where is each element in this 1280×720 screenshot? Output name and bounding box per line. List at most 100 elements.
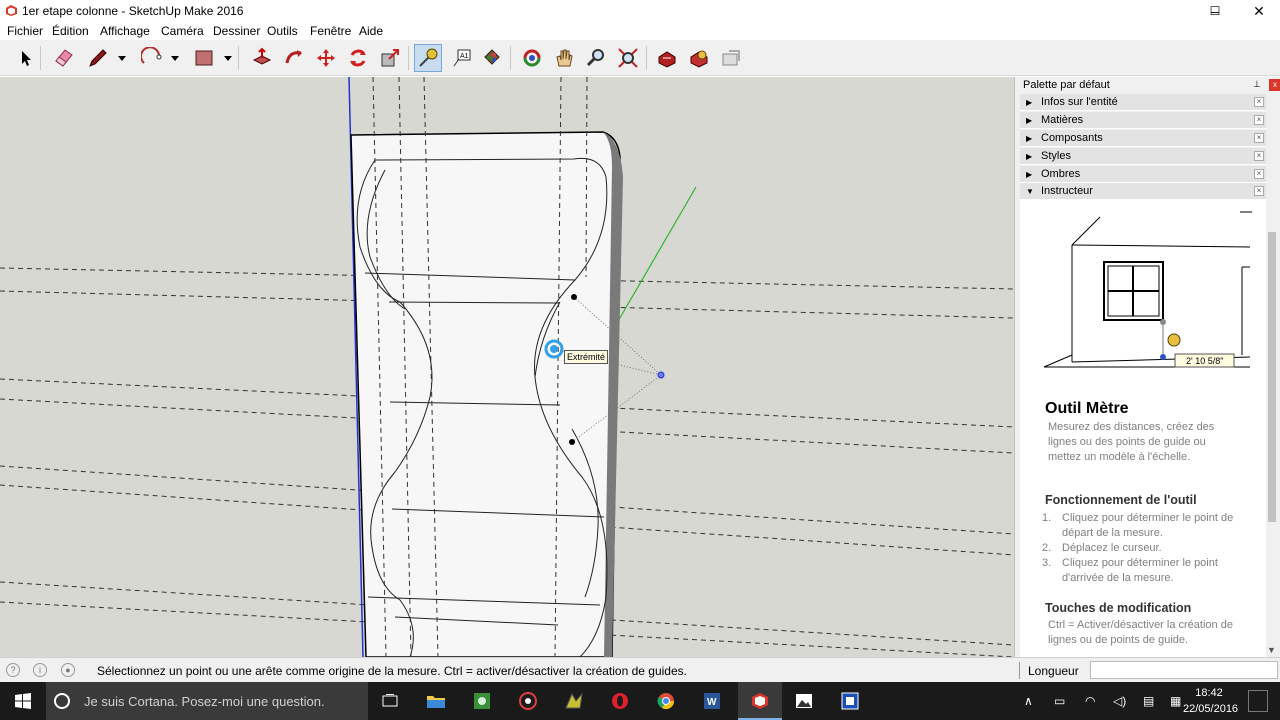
sketchup-taskbar-icon[interactable] bbox=[738, 682, 782, 720]
arc-icon[interactable] bbox=[138, 44, 166, 72]
chevron-down-icon[interactable] bbox=[171, 54, 179, 62]
warehouse-icon[interactable] bbox=[653, 44, 681, 72]
app-blue-icon[interactable] bbox=[830, 682, 870, 720]
inference-tooltip: Extrémité bbox=[564, 350, 609, 364]
expand-triangle-icon: ▶ bbox=[1026, 170, 1033, 179]
media-player-icon[interactable] bbox=[508, 682, 548, 720]
clock-time: 18:42 bbox=[1195, 687, 1223, 699]
instructor-content: 2' 10 5/8" Outil Mètre Mesurez des dista… bbox=[1020, 200, 1266, 657]
battery-icon[interactable]: ▭ bbox=[1054, 694, 1065, 708]
menu-fenetre[interactable]: Fenêtre bbox=[310, 24, 351, 38]
panel-materials[interactable]: ▶ Matières × bbox=[1020, 112, 1266, 129]
app-yellow-icon[interactable] bbox=[554, 682, 594, 720]
toolbar-separator bbox=[510, 46, 511, 70]
orbit-icon[interactable] bbox=[518, 44, 546, 72]
chevron-down-icon[interactable] bbox=[118, 54, 126, 62]
window-title: 1er etape colonne - SketchUp Make 2016 bbox=[22, 4, 244, 18]
illustration-measure-label: 2' 10 5/8" bbox=[1186, 356, 1223, 366]
column-front-face bbox=[350, 131, 621, 657]
volume-icon[interactable]: ◁) bbox=[1113, 694, 1126, 708]
task-view-icon[interactable] bbox=[370, 682, 410, 720]
endpoint-marker bbox=[571, 294, 577, 300]
list-item: 2. Déplacez le curseur. bbox=[1042, 541, 1242, 556]
model-viewport[interactable]: Extrémité bbox=[0, 77, 1014, 657]
select-arrow-icon[interactable] bbox=[12, 44, 40, 72]
wifi-icon[interactable]: ◠ bbox=[1085, 694, 1095, 708]
menu-outils[interactable]: Outils bbox=[267, 24, 298, 38]
chrome-icon[interactable] bbox=[646, 682, 686, 720]
close-button[interactable]: ✕ bbox=[1237, 0, 1280, 22]
modifiers-title: Touches de modification bbox=[1045, 601, 1192, 615]
windows-start-icon[interactable] bbox=[0, 682, 46, 720]
file-explorer-icon[interactable] bbox=[416, 682, 456, 720]
rotate-icon[interactable] bbox=[344, 44, 372, 72]
panel-shadows[interactable]: ▶ Ombres × bbox=[1020, 166, 1266, 183]
rectangle-icon[interactable] bbox=[190, 44, 218, 72]
tape-measure-icon[interactable] bbox=[414, 44, 442, 72]
panel-components[interactable]: ▶ Composants × bbox=[1020, 130, 1266, 147]
extension-warehouse-icon[interactable] bbox=[685, 44, 713, 72]
menu-edition[interactable]: Édition bbox=[52, 24, 89, 38]
operation-title: Fonctionnement de l'outil bbox=[1045, 493, 1197, 507]
cortana-icon bbox=[54, 693, 70, 709]
panel-label: Composants bbox=[1041, 132, 1103, 144]
eraser-icon[interactable] bbox=[50, 44, 78, 72]
menu-camera[interactable]: Caméra bbox=[161, 24, 204, 38]
push-pull-icon[interactable] bbox=[248, 44, 276, 72]
text-icon[interactable]: A1 bbox=[448, 44, 476, 72]
menu-aide[interactable]: Aide bbox=[359, 24, 383, 38]
tray-close-button[interactable]: x bbox=[1269, 79, 1280, 91]
close-icon[interactable]: × bbox=[1254, 133, 1264, 143]
close-icon[interactable]: × bbox=[1254, 186, 1264, 196]
endpoint-marker bbox=[569, 439, 575, 445]
geo-location-icon[interactable]: ? bbox=[6, 663, 20, 677]
word-icon[interactable]: W bbox=[692, 682, 732, 720]
close-icon[interactable]: × bbox=[1254, 169, 1264, 179]
step-number: 2. bbox=[1042, 542, 1052, 554]
instructor-scrollbar[interactable]: ▼ bbox=[1266, 227, 1278, 657]
status-bar: ? i ● Sélectionnez un point ou une arête… bbox=[0, 657, 1280, 682]
scrollbar-thumb[interactable] bbox=[1268, 232, 1276, 522]
tray-title: Palette par défaut bbox=[1023, 79, 1110, 91]
maximize-button[interactable]: ☐ bbox=[1193, 0, 1237, 22]
credits-icon[interactable]: i bbox=[33, 663, 47, 677]
clock-date: 22/05/2016 bbox=[1183, 703, 1239, 715]
notifications-icon[interactable]: ▤ bbox=[1143, 694, 1154, 708]
paint-bucket-icon[interactable] bbox=[478, 44, 506, 72]
opera-icon[interactable] bbox=[600, 682, 640, 720]
menu-dessiner[interactable]: Dessiner bbox=[213, 24, 260, 38]
title-bar: 1er etape colonne - SketchUp Make 2016 –… bbox=[0, 0, 1280, 22]
zoom-extents-icon[interactable] bbox=[614, 44, 642, 72]
pin-icon[interactable]: ⊥ bbox=[1253, 79, 1261, 90]
close-icon[interactable]: × bbox=[1254, 115, 1264, 125]
keyboard-icon[interactable]: ▦ bbox=[1170, 694, 1181, 708]
cortana-placeholder: Je suis Cortana. Posez-moi une question. bbox=[84, 694, 325, 709]
panel-instructor[interactable]: ▼ Instructeur × bbox=[1020, 183, 1266, 200]
step-number: 1. bbox=[1042, 512, 1052, 524]
chevron-down-icon[interactable]: ▼ bbox=[1267, 645, 1276, 655]
move-icon[interactable] bbox=[312, 44, 340, 72]
close-icon[interactable]: × bbox=[1254, 97, 1264, 107]
panel-entity-info[interactable]: ▶ Infos sur l'entité × bbox=[1020, 94, 1266, 111]
send-to-layout-icon[interactable] bbox=[717, 44, 745, 72]
system-clock[interactable]: 18:42 22/05/2016 bbox=[1183, 685, 1239, 717]
zoom-icon[interactable] bbox=[582, 44, 610, 72]
action-center-icon[interactable] bbox=[1248, 690, 1268, 712]
panel-styles[interactable]: ▶ Styles × bbox=[1020, 148, 1266, 165]
scale-icon[interactable] bbox=[376, 44, 404, 72]
model-canvas bbox=[0, 77, 1014, 657]
menu-fichier[interactable]: Fichier bbox=[7, 24, 43, 38]
chevron-down-icon[interactable] bbox=[224, 54, 232, 62]
menu-affichage[interactable]: Affichage bbox=[100, 24, 150, 38]
app-green-icon[interactable] bbox=[462, 682, 502, 720]
measurements-input[interactable] bbox=[1090, 661, 1278, 679]
toolbar-separator bbox=[408, 46, 409, 70]
panel-label: Infos sur l'entité bbox=[1041, 96, 1118, 108]
user-icon[interactable]: ● bbox=[61, 663, 75, 677]
follow-me-icon[interactable] bbox=[280, 44, 308, 72]
pan-icon[interactable] bbox=[550, 44, 578, 72]
close-icon[interactable]: × bbox=[1254, 151, 1264, 161]
chevron-up-icon[interactable]: ∧ bbox=[1024, 694, 1033, 708]
pencil-line-icon[interactable] bbox=[84, 44, 112, 72]
photos-icon[interactable] bbox=[784, 682, 824, 720]
